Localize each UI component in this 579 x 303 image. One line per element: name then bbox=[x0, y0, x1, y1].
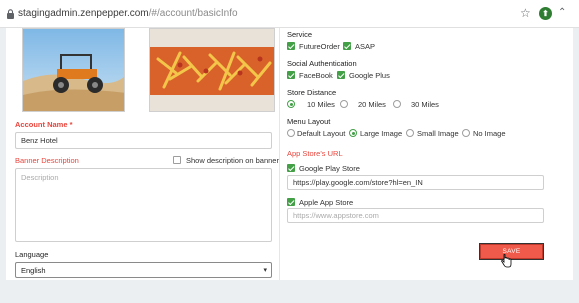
layout-none-label: No Image bbox=[473, 129, 506, 138]
social-googleplus-checkbox[interactable] bbox=[337, 71, 345, 79]
layout-default-radio[interactable] bbox=[287, 129, 295, 137]
google-play-label: Google Play Store bbox=[299, 164, 360, 173]
layout-none-radio[interactable] bbox=[462, 129, 470, 137]
apple-store-checkbox[interactable] bbox=[287, 198, 295, 206]
show-description-label: Show description on banner bbox=[186, 156, 279, 165]
layout-small-label: Small Image bbox=[417, 129, 459, 138]
social-facebook-checkbox[interactable] bbox=[287, 71, 295, 79]
banner-image-buggy[interactable] bbox=[22, 28, 125, 112]
social-facebook-label: FaceBook bbox=[299, 71, 333, 80]
service-label: Service bbox=[287, 30, 313, 39]
service-asap-checkbox[interactable] bbox=[343, 42, 351, 50]
social-auth-label: Social Authentication bbox=[287, 59, 357, 68]
language-select[interactable]: English ▾ bbox=[15, 262, 272, 278]
language-label: Language bbox=[15, 250, 49, 259]
google-play-checkbox[interactable] bbox=[287, 164, 295, 172]
hand-cursor-icon bbox=[501, 254, 512, 268]
apple-store-url-field[interactable]: https://www.appstore.com bbox=[287, 208, 544, 223]
social-googleplus-label: Google Plus bbox=[349, 71, 390, 80]
app-store-url-label: App Store's URL bbox=[287, 149, 343, 158]
distance-10-radio[interactable] bbox=[287, 100, 295, 108]
banner-image-fries[interactable] bbox=[149, 28, 275, 112]
service-asap-label: ASAP bbox=[355, 42, 376, 51]
layout-large-label: Large Image bbox=[360, 129, 403, 138]
google-play-url-field[interactable]: https://play.google.com/store?hl=en_IN bbox=[287, 175, 544, 190]
layout-small-radio[interactable] bbox=[406, 129, 414, 137]
distance-30-radio[interactable] bbox=[393, 100, 401, 108]
layout-large-radio[interactable] bbox=[349, 129, 357, 137]
apple-store-label: Apple App Store bbox=[299, 198, 354, 207]
account-name-label: Account Name * bbox=[15, 120, 73, 129]
account-name-field[interactable]: Benz Hotel bbox=[15, 132, 272, 149]
store-distance-label: Store Distance bbox=[287, 88, 337, 97]
extension-icon[interactable]: ⬆ bbox=[539, 7, 552, 20]
service-futureorder-checkbox[interactable] bbox=[287, 42, 295, 50]
star-icon[interactable]: ☆ bbox=[520, 7, 531, 19]
browser-address-bar[interactable]: stagingadmin.zenpepper.com/#/account/bas… bbox=[0, 0, 579, 28]
distance-20-label: 20 Miles bbox=[358, 100, 386, 109]
language-selected-value: English bbox=[21, 265, 46, 275]
layout-default-label: Default Layout bbox=[297, 129, 346, 138]
url-path: /#/account/basicInfo bbox=[148, 8, 238, 19]
distance-30-label: 30 Miles bbox=[411, 100, 439, 109]
distance-20-radio[interactable] bbox=[340, 100, 348, 108]
menu-layout-label: Menu Layout bbox=[287, 117, 331, 126]
distance-10-label: 10 Miles bbox=[307, 100, 335, 109]
show-description-checkbox[interactable] bbox=[173, 156, 181, 164]
chevron-up-icon[interactable]: ⌃ bbox=[558, 7, 566, 19]
banner-description-label: Banner Description bbox=[15, 156, 79, 165]
banner-description-textarea[interactable]: Description bbox=[15, 168, 272, 242]
service-futureorder-label: FutureOrder bbox=[299, 42, 340, 51]
lock-icon bbox=[7, 9, 14, 19]
chevron-down-icon: ▾ bbox=[263, 267, 267, 274]
url-text[interactable]: stagingadmin.zenpepper.com/#/account/bas… bbox=[18, 8, 238, 19]
url-host: stagingadmin.zenpepper.com bbox=[18, 8, 149, 19]
